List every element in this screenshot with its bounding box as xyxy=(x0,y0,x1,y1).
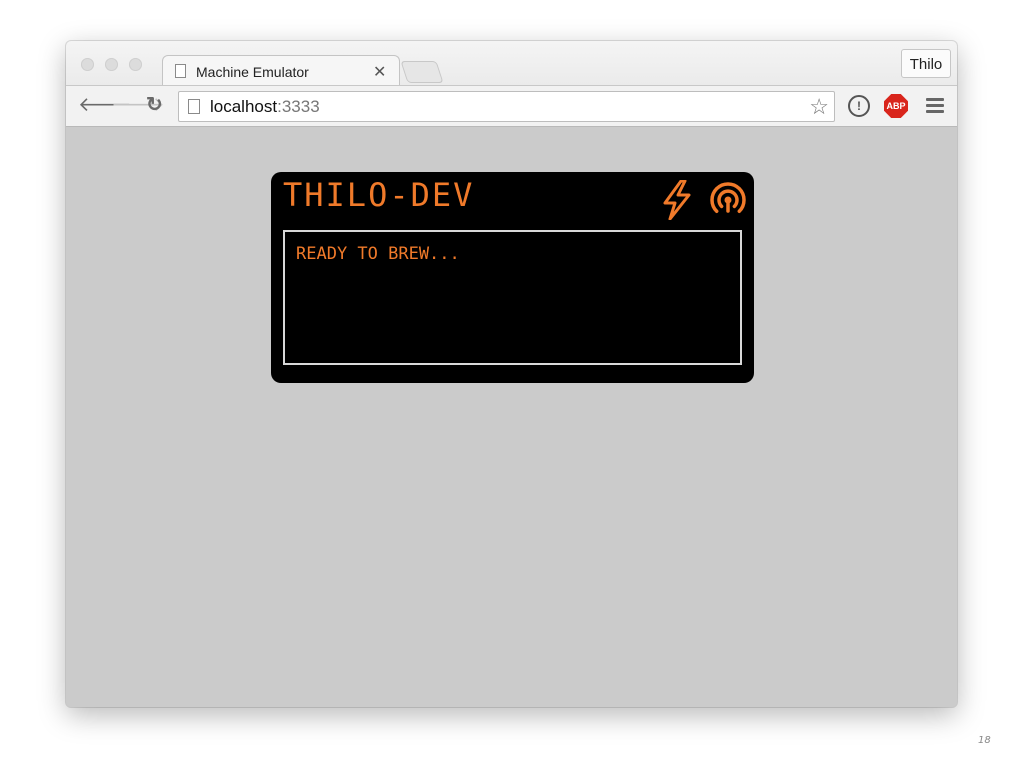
tab-machine-emulator[interactable]: Machine Emulator ✕ xyxy=(162,55,400,87)
adblock-icon[interactable]: ABP xyxy=(884,94,908,118)
page-icon xyxy=(175,64,186,78)
slide-page-number: 18 xyxy=(978,735,991,746)
url-host: localhost xyxy=(210,97,278,116)
status-text: READY TO BREW... xyxy=(296,244,460,264)
profile-button[interactable]: Thilo xyxy=(901,49,951,78)
signal-icon xyxy=(710,182,746,214)
address-bar[interactable]: localhost:3333 ☆ xyxy=(178,91,835,122)
machine-name: THILO-DEV xyxy=(283,176,475,214)
reload-icon[interactable]: ↻ xyxy=(146,94,163,116)
browser-toolbar: 🡐 🡒 ↻ localhost:3333 ☆ ! ABP xyxy=(66,85,957,127)
machine-display: READY TO BREW... xyxy=(283,230,742,365)
close-window-button[interactable] xyxy=(81,58,94,71)
bookmark-star-icon[interactable]: ☆ xyxy=(809,94,829,120)
new-tab-button[interactable] xyxy=(400,61,444,83)
browser-window: Machine Emulator ✕ Thilo 🡐 🡒 ↻ localhost… xyxy=(66,41,957,707)
url-text[interactable]: localhost:3333 xyxy=(210,97,320,117)
password-manager-icon[interactable]: ! xyxy=(848,95,870,117)
zoom-window-button[interactable] xyxy=(129,58,142,71)
hamburger-menu-icon[interactable] xyxy=(926,98,944,114)
tab-close-icon[interactable]: ✕ xyxy=(373,62,386,82)
tab-title: Machine Emulator xyxy=(196,64,309,80)
bolt-icon xyxy=(663,180,691,220)
page-icon xyxy=(188,99,200,114)
page-content: THILO-DEV READY TO BREW... xyxy=(66,127,957,707)
tab-strip: Machine Emulator ✕ Thilo xyxy=(66,41,957,87)
minimize-window-button[interactable] xyxy=(105,58,118,71)
url-port: :3333 xyxy=(277,97,320,116)
machine-panel: THILO-DEV READY TO BREW... xyxy=(271,172,754,383)
